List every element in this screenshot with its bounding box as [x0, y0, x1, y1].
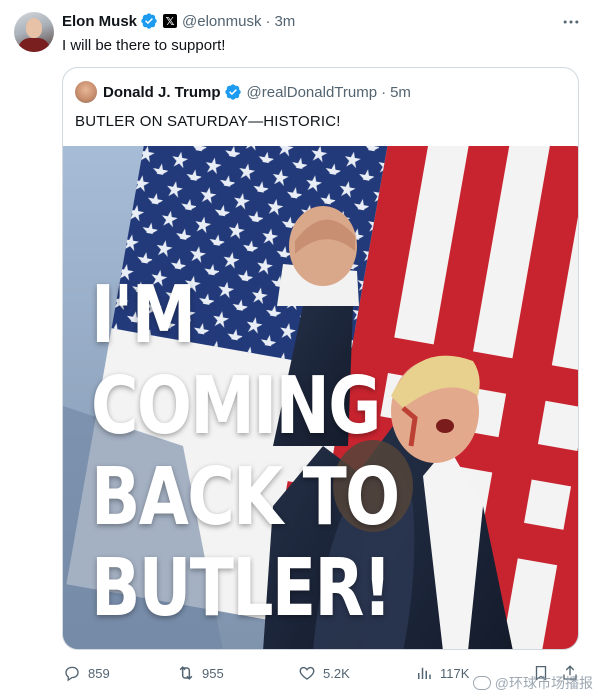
reply-count: 859 [88, 665, 110, 681]
like-count: 5.2K [323, 665, 350, 681]
author-name[interactable]: Elon Musk [62, 13, 137, 30]
quoted-author-name: Donald J. Trump [103, 83, 221, 101]
views-icon [414, 663, 434, 683]
verified-badge-icon[interactable] [140, 12, 158, 30]
views-count: 117K [440, 665, 470, 681]
quoted-tweet-text: BUTLER ON SATURDAY—HISTORIC! [75, 113, 341, 130]
quoted-timestamp: 5m [390, 83, 411, 101]
author-avatar[interactable] [14, 12, 54, 52]
separator-dot: · [381, 83, 387, 101]
headline-line: BACK TO [91, 451, 400, 543]
headline-line: I'M [91, 269, 196, 361]
views-button[interactable]: 117K [414, 661, 469, 685]
verified-badge-icon [224, 83, 242, 101]
x-affiliate-badge-icon[interactable]: 𝕏 [163, 14, 178, 28]
more-options-icon[interactable] [559, 12, 583, 32]
reply-icon [62, 663, 82, 683]
quoted-tweet-image[interactable]: I'M COMING BACK TO BUTLER! [63, 146, 578, 649]
separator-dot: · [265, 12, 271, 30]
author-handle[interactable]: @elonmusk [182, 13, 261, 30]
headline-line: COMING [91, 360, 381, 452]
tweet-header: Elon Musk 𝕏 @elonmusk · 3m [62, 11, 295, 31]
repost-button[interactable]: 955 [176, 661, 224, 685]
watermark: @环球市场播报 [472, 673, 593, 693]
like-button[interactable]: 5.2K [297, 661, 350, 685]
tweet-text: I will be there to support! [62, 37, 226, 54]
heart-icon [297, 663, 317, 683]
quoted-author-handle: @realDonaldTrump [246, 83, 378, 101]
repost-icon [176, 663, 196, 683]
quoted-author-avatar[interactable] [75, 81, 97, 103]
tweet-timestamp[interactable]: 3m [274, 13, 295, 30]
watermark-text: @环球市场播报 [494, 675, 593, 691]
tweet: Elon Musk 𝕏 @elonmusk · 3m I will be the… [0, 0, 601, 699]
repost-count: 955 [202, 665, 224, 681]
quoted-tweet[interactable]: Donald J. Trump @realDonaldTrump · 5m BU… [62, 67, 579, 650]
quoted-tweet-header: Donald J. Trump @realDonaldTrump · 5m [103, 82, 411, 102]
headline-line: BUTLER! [91, 542, 392, 634]
image-headline: I'M COMING BACK TO BUTLER! [91, 269, 400, 634]
weibo-logo-icon [472, 676, 491, 690]
reply-button[interactable]: 859 [62, 661, 110, 685]
